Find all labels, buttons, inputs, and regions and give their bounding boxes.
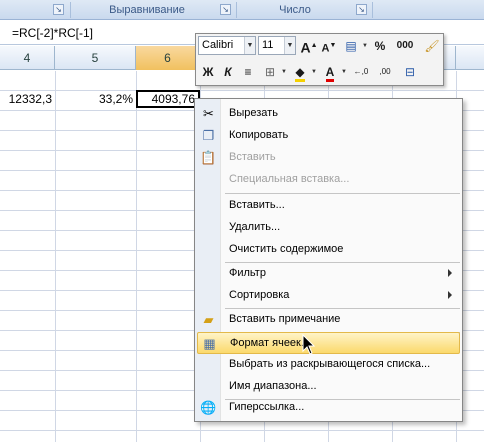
ribbon-group-alignment: Выравнивание <box>109 4 185 16</box>
cell-col4[interactable]: 12332,3 <box>0 90 55 108</box>
thousands-separator-button[interactable]: 000 <box>392 36 418 56</box>
copy-icon: ❐ <box>202 128 215 143</box>
ribbon-group-number: Число <box>279 4 311 16</box>
note-icon: ▰ <box>203 312 214 327</box>
mouse-pointer-icon <box>302 334 316 355</box>
dialog-launcher-icon[interactable]: ↘ <box>53 4 64 15</box>
menu-item-sort[interactable]: Сортировка <box>197 285 460 307</box>
grow-font-button[interactable]: A▲ <box>299 36 319 56</box>
decrease-decimal-button[interactable]: ,00 <box>374 62 396 82</box>
chevron-down-icon[interactable]: ▼ <box>244 37 255 54</box>
menu-item-paste[interactable]: 📋 Вставить <box>197 147 460 169</box>
merge-center-icon[interactable]: ⊟ <box>400 62 420 82</box>
formula-text[interactable]: =RC[-2]*RC[-1] <box>12 26 93 40</box>
number-launcher-icon[interactable]: ↘ <box>356 4 367 15</box>
scissors-icon: ✂ <box>203 106 214 121</box>
menu-item-filter[interactable]: Фильтр <box>197 263 460 285</box>
menu-item-name-range[interactable]: Имя диапазона... <box>197 376 460 398</box>
column-header-4[interactable]: 4 <box>0 46 55 70</box>
chevron-down-icon[interactable]: ▼ <box>361 36 369 56</box>
menu-item-pick-from-list[interactable]: Выбрать из раскрывающегося списка... <box>197 354 460 376</box>
number-format-icon[interactable]: ▤ <box>341 36 361 56</box>
format-painter-icon[interactable]: 🖌 <box>422 36 442 56</box>
font-color-button[interactable]: А <box>320 62 340 82</box>
fill-color-icon[interactable]: ◆ <box>290 62 310 82</box>
alignment-launcher-icon[interactable]: ↘ <box>220 4 231 15</box>
column-header-5[interactable]: 5 <box>55 46 136 70</box>
menu-separator <box>225 193 460 194</box>
menu-item-insert-comment[interactable]: ▰ Вставить примечание <box>197 309 460 331</box>
borders-icon[interactable]: ⊞ <box>260 62 280 82</box>
percent-style-button[interactable]: % <box>370 36 390 56</box>
ribbon-separator <box>236 2 237 18</box>
menu-item-clear-contents[interactable]: Очистить содержимое <box>197 239 460 261</box>
menu-item-cut[interactable]: ✂ Вырезать <box>197 103 460 125</box>
font-name-value: Calibri <box>202 39 234 51</box>
font-size-combo[interactable]: 11 ▼ <box>258 36 296 55</box>
font-size-value: 11 <box>262 39 274 51</box>
column-header-6[interactable]: 6 <box>136 46 200 70</box>
italic-button[interactable]: К <box>218 62 238 82</box>
menu-item-hyperlink[interactable]: 🌐 Гиперссылка... <box>197 397 460 419</box>
menu-item-delete[interactable]: Удалить... <box>197 217 460 239</box>
increase-decimal-button[interactable]: ←,0 <box>350 62 372 82</box>
menu-item-insert[interactable]: Вставить... <box>197 195 460 217</box>
context-menu: ✂ Вырезать ❐ Копировать 📋 Вставить Специ… <box>194 98 463 422</box>
align-center-icon[interactable]: ≡ <box>238 62 258 82</box>
chevron-down-icon[interactable]: ▼ <box>340 62 348 82</box>
submenu-arrow-icon <box>448 291 452 299</box>
column-header-11[interactable] <box>456 46 484 70</box>
ribbon-group-strip: ↘ Выравнивание ↘ Число ↘ <box>0 0 484 20</box>
mini-toolbar: Calibri ▼ 11 ▼ A▲ A▼ ▤ ▼ % 000 🖌 Ж К ≡ ⊞… <box>195 33 444 86</box>
menu-item-copy[interactable]: ❐ Копировать <box>197 125 460 147</box>
cell-col5[interactable]: 33,2% <box>55 90 136 108</box>
ribbon-separator <box>372 2 373 18</box>
chevron-down-icon[interactable]: ▼ <box>310 62 318 82</box>
hyperlink-icon: 🌐 <box>200 400 217 415</box>
bold-button[interactable]: Ж <box>198 62 218 82</box>
menu-item-format-cells[interactable]: ▦ Формат ячеек... <box>197 332 460 354</box>
shrink-font-button[interactable]: A▼ <box>319 36 339 56</box>
chevron-down-icon[interactable]: ▼ <box>284 37 295 54</box>
menu-item-paste-special[interactable]: Специальная вставка... <box>197 169 460 191</box>
format-cells-icon: ▦ <box>203 336 216 351</box>
font-name-combo[interactable]: Calibri ▼ <box>198 36 256 55</box>
chevron-down-icon[interactable]: ▼ <box>280 62 288 82</box>
ribbon-separator <box>70 2 71 18</box>
paste-icon: 📋 <box>200 150 217 165</box>
cell-col6-selected[interactable]: 4093,76 <box>136 90 200 108</box>
submenu-arrow-icon <box>448 269 452 277</box>
